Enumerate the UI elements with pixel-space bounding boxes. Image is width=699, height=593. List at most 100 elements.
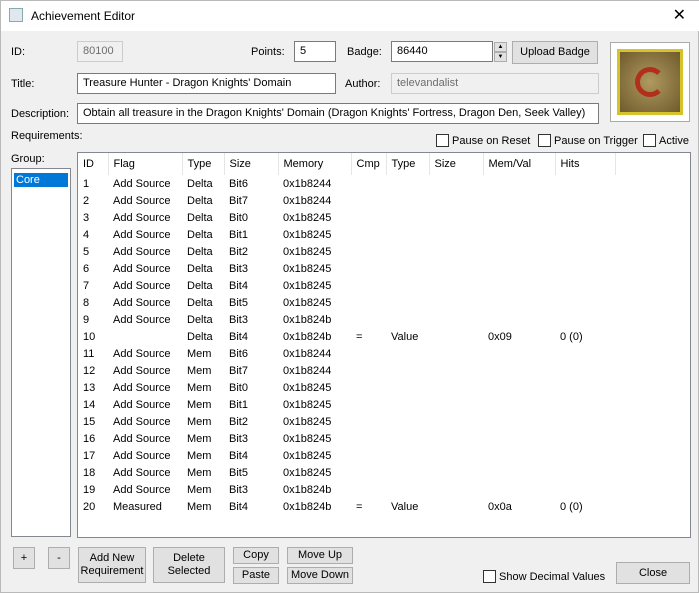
table-row[interactable]: 2 Add Source Delta Bit7 0x1b8244 xyxy=(78,192,615,209)
column-header[interactable]: Type xyxy=(182,153,225,175)
requirements-label: Requirements: xyxy=(11,130,83,142)
table-row[interactable]: 19 Add Source Mem Bit3 0x1b824b xyxy=(78,481,615,498)
table-row[interactable]: 11 Add Source Mem Bit6 0x1b8244 xyxy=(78,345,615,362)
table-row[interactable]: 4 Add Source Delta Bit1 0x1b8245 xyxy=(78,226,615,243)
group-item-core[interactable]: Core xyxy=(14,173,68,187)
table-cell xyxy=(483,192,555,209)
add-group-button[interactable]: + xyxy=(13,547,35,569)
table-row[interactable]: 9 Add Source Delta Bit3 0x1b824b xyxy=(78,311,615,328)
remove-group-button[interactable]: - xyxy=(48,547,70,569)
table-cell: 20 xyxy=(83,500,96,513)
badge-spin-down-icon[interactable]: ▼ xyxy=(494,52,507,62)
points-field[interactable]: 5 xyxy=(294,41,336,62)
column-header[interactable]: Hits xyxy=(555,153,616,175)
table-cell: Bit1 xyxy=(229,398,248,411)
table-row[interactable]: 8 Add Source Delta Bit5 0x1b8245 xyxy=(78,294,615,311)
column-header[interactable]: ID xyxy=(78,153,109,175)
table-cell: 0x1b8245 xyxy=(283,381,332,394)
move-down-button[interactable]: Move Down xyxy=(287,567,353,584)
column-header[interactable]: Flag xyxy=(108,153,183,175)
column-header[interactable]: Memory xyxy=(278,153,352,175)
paste-button[interactable]: Paste xyxy=(233,567,279,584)
table-cell: 19 xyxy=(83,483,96,496)
table-cell: 0x0a xyxy=(488,500,512,513)
pause-on-reset-checkbox[interactable]: Pause on Reset xyxy=(436,134,530,147)
table-cell: Bit6 xyxy=(229,177,248,190)
table-row[interactable]: 10 Delta Bit4 0x1b824b = Value 0x09 0 (0) xyxy=(78,328,615,345)
upload-badge-button[interactable]: Upload Badge xyxy=(512,41,598,64)
column-header[interactable]: Cmp xyxy=(351,153,387,175)
table-row[interactable]: 3 Add Source Delta Bit0 0x1b8245 xyxy=(78,209,615,226)
table-row[interactable]: 16 Add Source Mem Bit3 0x1b8245 xyxy=(78,430,615,447)
copy-button[interactable]: Copy xyxy=(233,547,279,564)
close-window-icon[interactable]: ✕ xyxy=(673,5,686,25)
table-row[interactable]: 20 Measured Mem Bit4 0x1b824b = Value 0x0a 0 (0) xyxy=(78,498,615,515)
table-cell: Add Source xyxy=(113,262,171,275)
show-decimal-label: Show Decimal Values xyxy=(499,570,606,583)
table-cell xyxy=(555,311,615,328)
table-cell: Mem xyxy=(187,347,212,360)
table-row[interactable]: 14 Add Source Mem Bit1 0x1b8245 xyxy=(78,396,615,413)
active-checkbox[interactable]: Active xyxy=(643,134,689,147)
table-cell xyxy=(429,362,483,379)
table-row[interactable]: 5 Add Source Delta Bit2 0x1b8245 xyxy=(78,243,615,260)
close-button[interactable]: Close xyxy=(616,562,690,584)
column-header[interactable]: Size xyxy=(429,153,484,175)
table-cell: 0x1b8245 xyxy=(283,279,332,292)
badge-field[interactable]: 86440 xyxy=(391,41,493,62)
table-cell: 0x1b824b xyxy=(283,330,332,343)
table-row[interactable]: 13 Add Source Mem Bit0 0x1b8245 xyxy=(78,379,615,396)
table-cell: 0x1b8245 xyxy=(283,466,332,479)
table-cell xyxy=(483,430,555,447)
table-cell xyxy=(483,175,555,192)
table-cell xyxy=(386,413,429,430)
table-cell: Add Source xyxy=(113,194,171,207)
add-new-requirement-button[interactable]: Add New Requirement xyxy=(78,547,146,583)
table-cell: 0x1b824b xyxy=(283,500,332,513)
table-cell: Add Source xyxy=(113,432,171,445)
table-cell: 14 xyxy=(83,398,96,411)
author-label: Author: xyxy=(345,78,381,90)
title-field[interactable]: Treasure Hunter - Dragon Knights' Domain xyxy=(77,73,336,94)
table-cell xyxy=(108,328,182,345)
table-cell: Add Source xyxy=(113,449,171,462)
table-cell xyxy=(429,243,483,260)
table-cell xyxy=(555,413,615,430)
table-cell xyxy=(351,226,386,243)
table-cell xyxy=(351,209,386,226)
table-cell: 0 (0) xyxy=(560,330,583,343)
column-header[interactable]: Mem/Val xyxy=(483,153,556,175)
table-row[interactable]: 17 Add Source Mem Bit4 0x1b8245 xyxy=(78,447,615,464)
table-cell: 0x1b8245 xyxy=(283,432,332,445)
table-cell xyxy=(555,379,615,396)
table-cell xyxy=(386,209,429,226)
show-decimal-checkbox[interactable]: Show Decimal Values xyxy=(483,570,605,583)
table-cell xyxy=(555,294,615,311)
table-cell xyxy=(386,175,429,192)
requirements-table[interactable]: ID Flag Type Size Memory Cmp Type Size Mem/Val Hi… xyxy=(77,152,691,538)
group-list[interactable]: Core xyxy=(11,168,71,537)
description-field[interactable]: Obtain all treasure in the Dragon Knight… xyxy=(77,103,599,124)
table-row[interactable]: 7 Add Source Delta Bit4 0x1b8245 xyxy=(78,277,615,294)
table-row[interactable]: 12 Add Source Mem Bit7 0x1b8244 xyxy=(78,362,615,379)
group-label: Group: xyxy=(11,153,45,165)
table-cell: Add Source xyxy=(113,483,171,496)
pause-on-trigger-checkbox[interactable]: Pause on Trigger xyxy=(538,134,638,147)
table-cell: Bit3 xyxy=(229,262,248,275)
table-cell: 0x1b8245 xyxy=(283,262,332,275)
upload-badge-label: Upload Badge xyxy=(520,46,590,58)
table-row[interactable]: 18 Add Source Mem Bit5 0x1b8245 xyxy=(78,464,615,481)
column-header[interactable]: Type xyxy=(386,153,430,175)
table-row[interactable]: 1 Add Source Delta Bit6 0x1b8244 xyxy=(78,175,615,192)
table-cell xyxy=(483,277,555,294)
table-cell: Add Source xyxy=(113,415,171,428)
delete-selected-button[interactable]: Delete Selected xyxy=(153,547,225,583)
table-row[interactable]: 6 Add Source Delta Bit3 0x1b8245 xyxy=(78,260,615,277)
table-cell xyxy=(429,175,483,192)
table-row[interactable]: 15 Add Source Mem Bit2 0x1b8245 xyxy=(78,413,615,430)
move-up-button[interactable]: Move Up xyxy=(287,547,353,564)
table-cell: Bit4 xyxy=(229,500,248,513)
table-cell: Bit6 xyxy=(229,347,248,360)
column-header[interactable]: Size xyxy=(224,153,279,175)
table-cell xyxy=(483,209,555,226)
